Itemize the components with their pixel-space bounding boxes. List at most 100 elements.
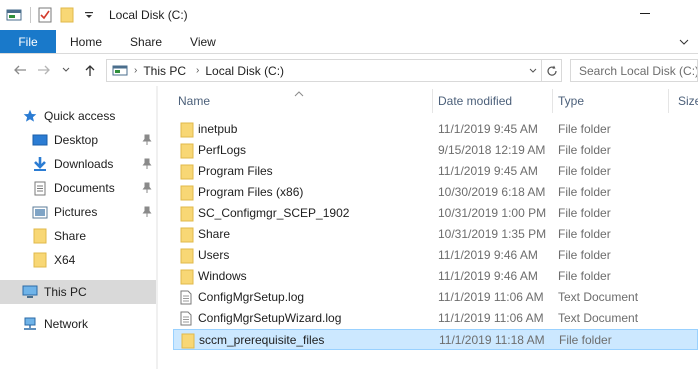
minimize-button[interactable] [638,6,652,20]
nav-item-pictures[interactable]: Pictures [0,200,156,224]
file-row[interactable]: inetpub 11/1/2019 9:45 AM File folder [173,119,698,140]
nav-item-label: This PC [44,285,87,299]
breadcrumb-local-disk[interactable]: Local Disk (C:) [205,64,284,78]
nav-item-label: Pictures [54,205,98,219]
nav-item-network[interactable]: Network [0,312,156,336]
nav-item-label: Downloads [54,157,114,171]
file-type: File folder [558,269,611,283]
back-arrow-icon[interactable] [10,60,30,80]
tab-view[interactable]: View [176,30,230,53]
column-header-name[interactable]: Name [178,89,428,113]
file-name: sccm_prerequisite_files [199,333,325,347]
pin-icon[interactable] [142,158,152,170]
properties-icon[interactable] [37,7,53,23]
folder-icon [180,206,194,222]
file-date-modified: 11/1/2019 9:45 AM [438,122,538,136]
tab-home[interactable]: Home [56,30,116,53]
nav-item-share[interactable]: Share [0,224,156,248]
folder-icon [32,252,48,268]
file-date-modified: 10/30/2019 6:18 AM [438,185,546,199]
recent-locations-chevron-icon[interactable] [56,60,76,80]
title-bar: Local Disk (C:) [0,0,698,30]
tab-file[interactable]: File [0,30,56,53]
pin-icon[interactable] [142,134,152,146]
star-icon [22,108,38,124]
file-row[interactable]: Share 10/31/2019 1:35 PM File folder [173,224,698,245]
nav-item-this-pc[interactable]: This PC [0,280,156,304]
file-name: inetpub [198,122,238,136]
column-divider[interactable] [552,89,553,113]
nav-item-desktop[interactable]: Desktop [0,128,156,152]
folder-icon [32,228,48,244]
file-type: File folder [558,143,611,157]
file-type: File folder [558,164,611,178]
folder-icon [180,185,194,201]
file-type: File folder [559,333,612,347]
file-row[interactable]: Program Files (x86) 10/30/2019 6:18 AM Fil… [173,182,698,203]
file-name: ConfigMgrSetup.log [198,290,305,304]
pin-icon[interactable] [142,182,152,194]
navigation-pane: Quick access Desktop Downloads Documents… [0,86,158,369]
file-name: Share [198,227,231,241]
file-row[interactable]: ConfigMgrSetupWizard.log 11/1/2019 11:06 … [173,308,698,329]
expand-ribbon-chevron-icon[interactable] [678,36,690,48]
file-list: Name Date modified Type Size inetpub 11/1… [158,86,698,369]
column-header-type[interactable]: Type [558,89,668,113]
nav-item-quick-access[interactable]: Quick access [0,104,156,128]
file-type: File folder [558,206,611,220]
address-history-chevron-icon[interactable] [527,65,539,77]
column-header-date-modified[interactable]: Date modified [438,89,552,113]
ribbon-tabs: File Home Share View [0,30,698,54]
column-header-size[interactable]: Size [678,89,698,113]
column-divider[interactable] [432,89,433,113]
nav-item-label: X64 [54,253,76,267]
customize-toolbar-chevron-icon[interactable] [81,7,97,23]
nav-item-downloads[interactable]: Downloads [0,152,156,176]
download-icon [32,156,48,172]
file-date-modified: 11/1/2019 9:46 AM [438,248,538,262]
file-row[interactable]: Program Files 11/1/2019 9:45 AM File folde… [173,161,698,182]
network-icon [22,316,38,332]
nav-item-documents[interactable]: Documents [0,176,156,200]
refresh-icon[interactable] [541,60,561,81]
file-type: Text Document [558,290,639,304]
file-row[interactable]: SC_Configmgr_SCEP_1902 10/31/2019 1:00 PM… [173,203,698,224]
explorer-window-icon[interactable] [6,7,22,23]
file-row[interactable]: PerfLogs 9/15/2018 12:19 AM File folder [173,140,698,161]
file-name: Program Files [198,164,273,178]
new-folder-icon[interactable] [59,7,75,23]
breadcrumb-chevron-icon[interactable]: › [134,65,137,76]
file-row[interactable]: Windows 11/1/2019 9:46 AM File folder [173,266,698,287]
pin-icon[interactable] [142,206,152,218]
text-document-icon [180,311,194,326]
column-divider[interactable] [668,89,669,113]
desktop-icon [32,132,48,148]
file-date-modified: 9/15/2018 12:19 AM [438,143,546,157]
file-row[interactable]: ConfigMgrSetup.log 11/1/2019 11:06 AM Text… [173,287,698,308]
file-row[interactable]: sccm_prerequisite_files 11/1/2019 11:18 A… [173,329,698,350]
breadcrumb-this-pc[interactable]: This PC [143,64,186,78]
file-date-modified: 11/1/2019 11:06 AM [438,311,544,325]
computer-icon [22,284,38,300]
folder-icon [180,122,194,138]
address-bar[interactable]: › This PC › Local Disk (C:) [106,59,562,82]
file-type: File folder [558,227,611,241]
file-date-modified: 10/31/2019 1:35 PM [438,227,547,241]
file-date-modified: 11/1/2019 9:46 AM [438,269,538,283]
breadcrumb-chevron-icon[interactable]: › [196,65,199,76]
file-date-modified: 11/1/2019 9:45 AM [438,164,538,178]
folder-icon [180,164,194,180]
navigation-bar: › This PC › Local Disk (C:) Search Local… [0,54,698,86]
folder-icon [180,227,194,243]
quick-access-toolbar [0,0,97,30]
file-name: ConfigMgrSetupWizard.log [198,311,342,325]
nav-item-x64[interactable]: X64 [0,248,156,272]
search-input[interactable]: Search Local Disk (C:) [570,59,698,82]
forward-arrow-icon[interactable] [34,60,54,80]
file-date-modified: 10/31/2019 1:00 PM [438,206,547,220]
document-icon [32,180,48,196]
tab-share[interactable]: Share [116,30,176,53]
file-name: Users [198,248,230,262]
up-arrow-icon[interactable] [80,60,100,80]
file-row[interactable]: Users 11/1/2019 9:46 AM File folder [173,245,698,266]
